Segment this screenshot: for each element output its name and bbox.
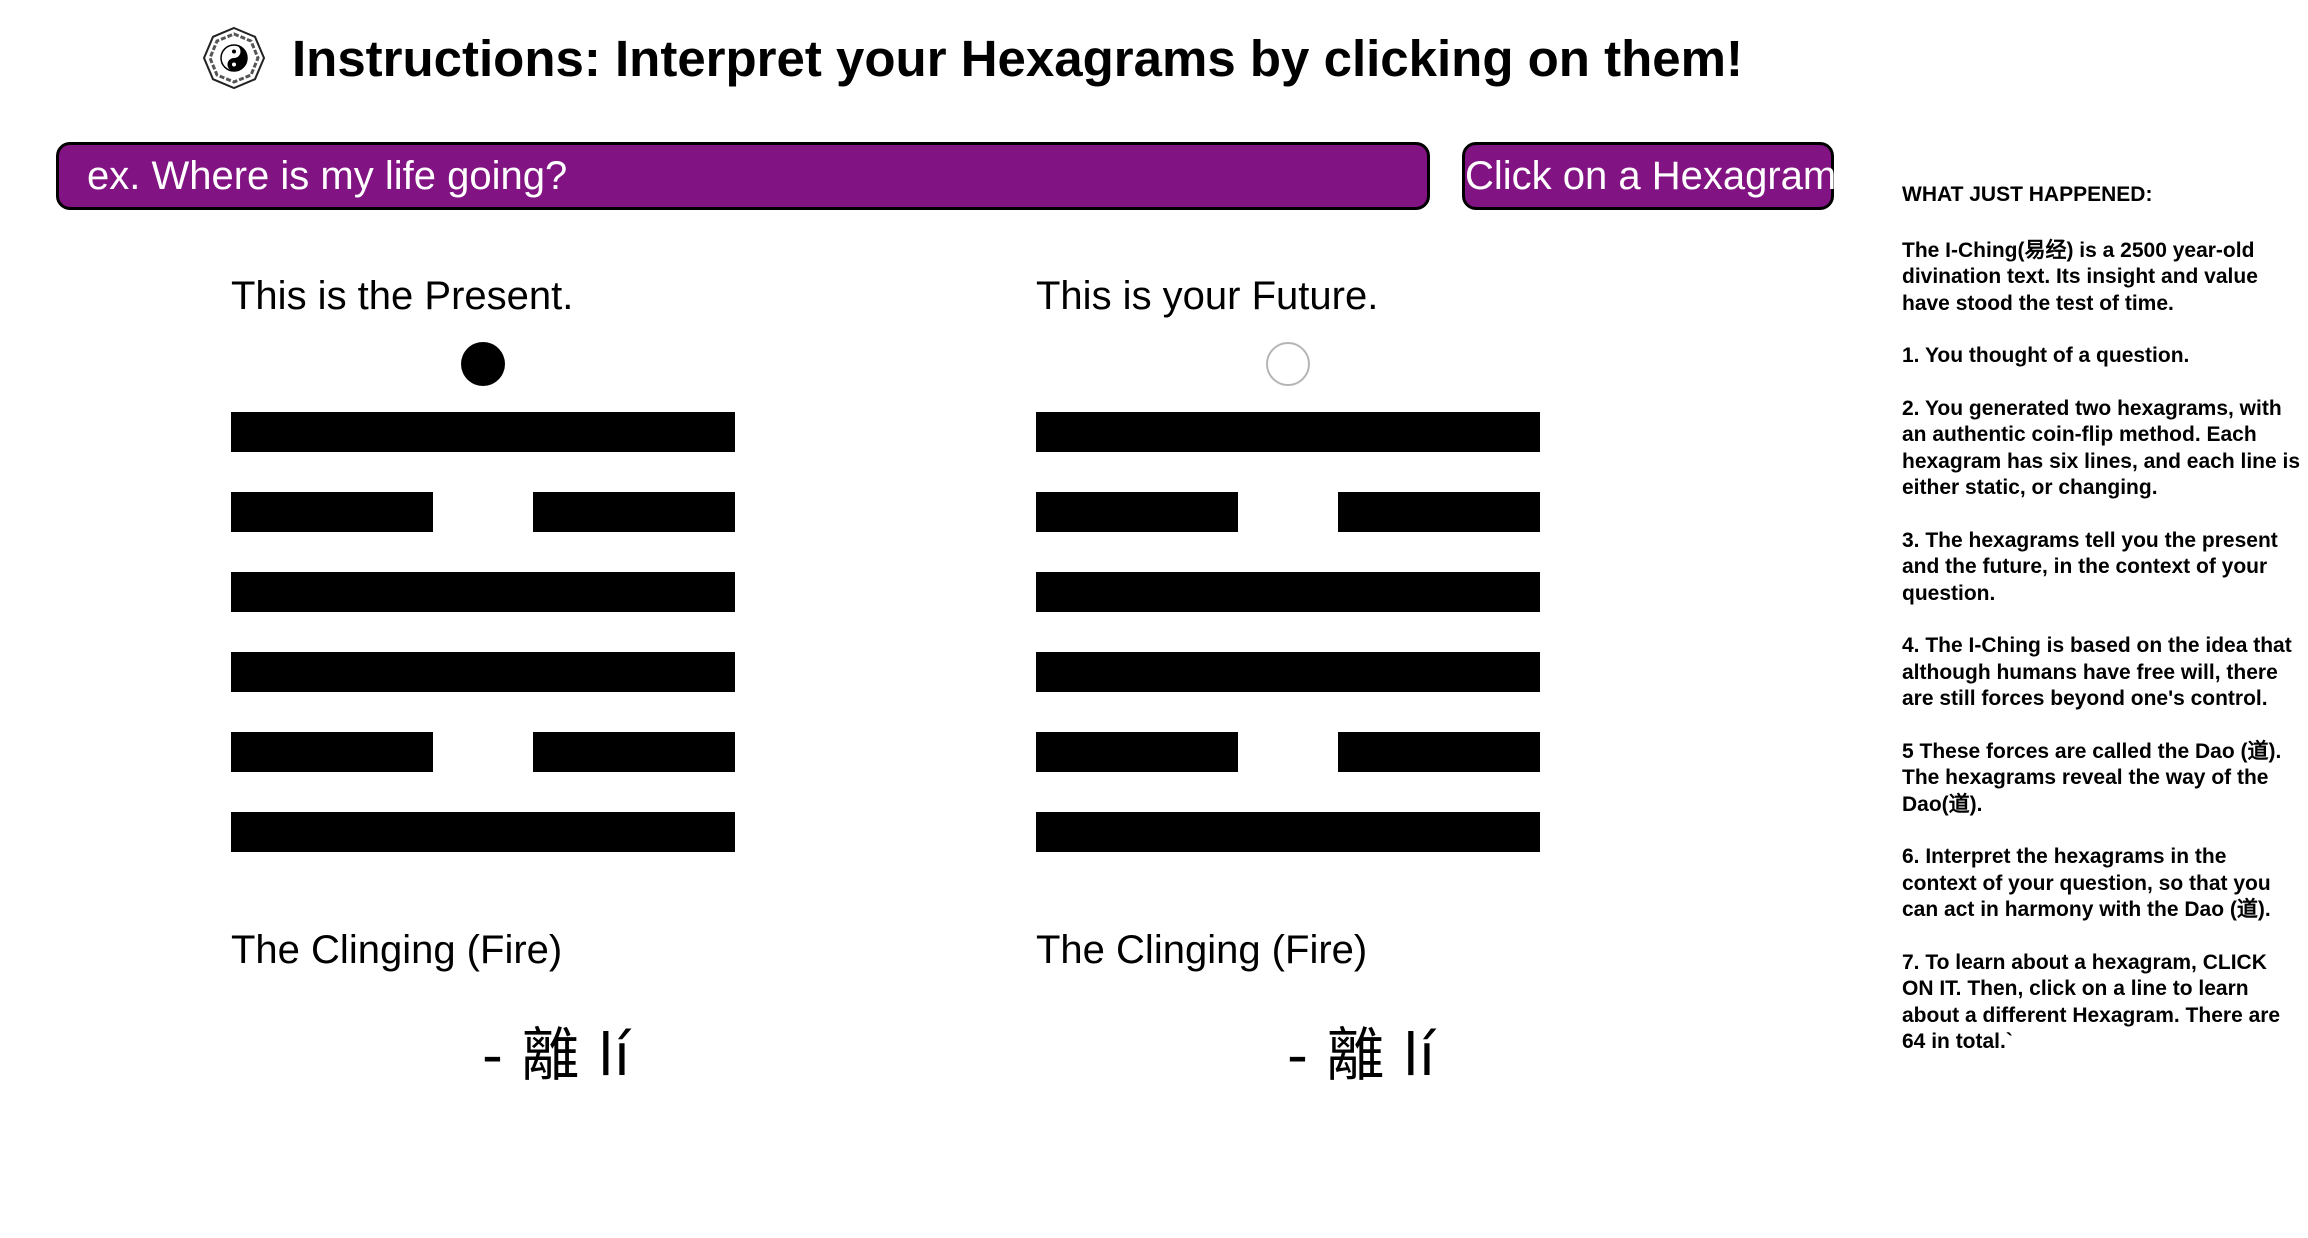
present-indicator-dot (461, 342, 505, 386)
page: Instructions: Interpret your Hexagrams b… (0, 0, 2308, 1238)
future-line-4-yang[interactable] (1036, 652, 1540, 692)
page-title: Instructions: Interpret your Hexagrams b… (292, 29, 1743, 87)
broken-line-segment-left (231, 732, 433, 772)
broken-line-segment-right (533, 492, 735, 532)
sidebar-paragraph: The I-Ching(易经) is a 2500 year-old divin… (1902, 238, 2258, 315)
future-hexagram-chinese: - 離 lí (1287, 1021, 1436, 1089)
yin-yang-bagua-icon (202, 26, 266, 90)
present-hexagram-chinese: - 離 lí (482, 1021, 631, 1089)
present-line-3-yang[interactable] (231, 572, 735, 612)
solid-line-segment (231, 412, 735, 452)
solid-line-segment (1036, 652, 1540, 692)
future-hexagram-name: The Clinging (Fire) (1036, 928, 1368, 972)
present-line-5-yin[interactable] (231, 732, 735, 772)
sidebar-paragraph: 2. You generated two hexagrams, with an … (1902, 396, 2301, 500)
solid-line-segment (231, 812, 735, 852)
future-line-6-yang[interactable] (1036, 812, 1540, 852)
broken-line-segment-right (1338, 732, 1540, 772)
solid-line-segment (1036, 812, 1540, 852)
click-hexagram-button[interactable]: Click on a Hexagram! (1462, 142, 1847, 210)
present-line-2-yin[interactable] (231, 492, 735, 532)
sidebar-paragraph: 7. To learn about a hexagram, CLICK ON I… (1902, 950, 2281, 1054)
broken-line-segment-left (1036, 492, 1238, 532)
present-hexagram[interactable] (231, 412, 735, 892)
sidebar-paragraph: 1. You thought of a question. (1902, 344, 2190, 367)
broken-line-segment-right (533, 732, 735, 772)
sidebar-paragraph: 5 These forces are called the Dao (道). T… (1902, 739, 2282, 816)
future-line-2-yin[interactable] (1036, 492, 1540, 532)
future-indicator-dot (1266, 342, 1310, 386)
present-panel: This is the Present. The Clinging (Fire)… (231, 270, 751, 1089)
future-line-3-yang[interactable] (1036, 572, 1540, 612)
explanation-sidebar: WHAT JUST HAPPENED: The I-Ching(易经) is a… (1902, 182, 2302, 1082)
present-line-6-yang[interactable] (231, 812, 735, 852)
future-heading: This is your Future. (1036, 274, 1379, 318)
future-line-1-yang[interactable] (1036, 412, 1540, 452)
broken-line-segment-left (231, 492, 433, 532)
sidebar-title: WHAT JUST HAPPENED: (1902, 183, 2153, 206)
future-hexagram[interactable] (1036, 412, 1540, 892)
solid-line-segment (231, 572, 735, 612)
future-panel: This is your Future. The Clinging (Fire)… (1036, 270, 1556, 1089)
header: Instructions: Interpret your Hexagrams b… (202, 24, 1743, 92)
present-line-1-yang[interactable] (231, 412, 735, 452)
solid-line-segment (231, 652, 735, 692)
sidebar-paragraph: 6. Interpret the hexagrams in the contex… (1902, 845, 2271, 921)
sidebar-paragraph: 4. The I-Ching is based on the idea that… (1902, 634, 2292, 710)
present-heading: This is the Present. (231, 274, 574, 318)
sidebar-paragraph: 3. The hexagrams tell you the present an… (1902, 528, 2278, 605)
future-line-5-yin[interactable] (1036, 732, 1540, 772)
present-hexagram-name: The Clinging (Fire) (231, 928, 563, 972)
broken-line-segment-left (1036, 732, 1238, 772)
broken-line-segment-right (1338, 492, 1540, 532)
question-input[interactable] (56, 142, 1430, 210)
solid-line-segment (1036, 572, 1540, 612)
present-line-4-yang[interactable] (231, 652, 735, 692)
solid-line-segment (1036, 412, 1540, 452)
